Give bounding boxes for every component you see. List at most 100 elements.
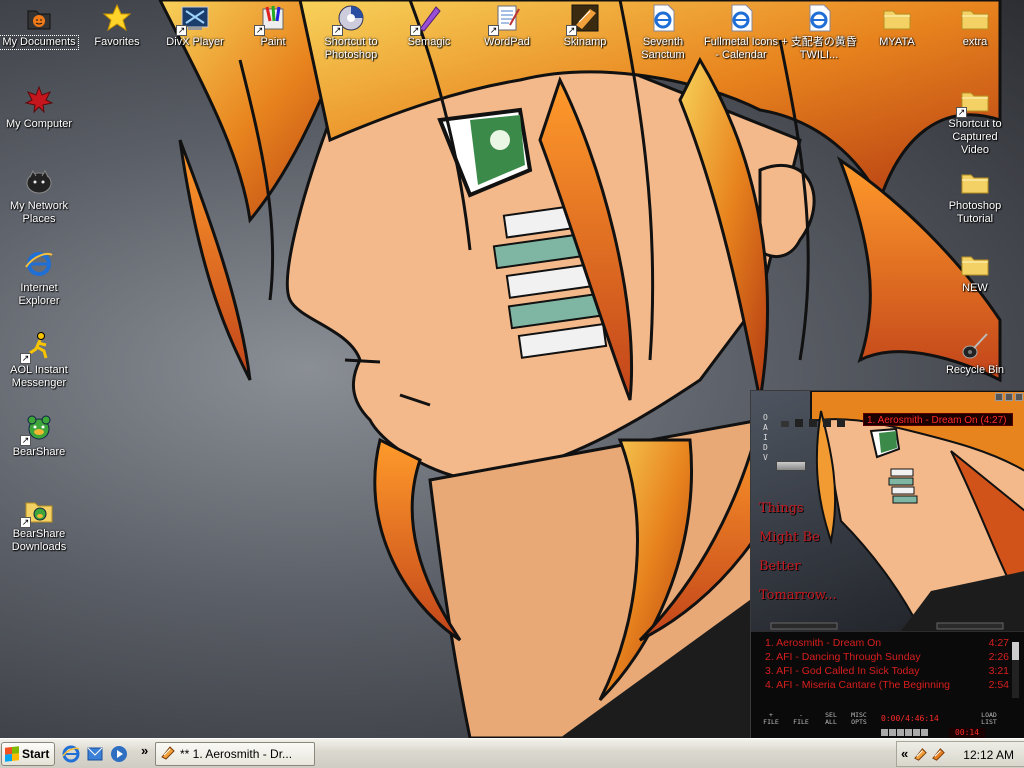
desktop-icon-aim[interactable]: ↗ AOL Instant Messenger (0, 330, 78, 390)
playlist-add-button[interactable]: + FILE (759, 712, 783, 726)
windows-flag-icon (5, 746, 19, 762)
outlook-express-icon[interactable] (86, 745, 104, 763)
sidebar-letter[interactable]: I (763, 433, 768, 442)
eject-button[interactable] (921, 729, 928, 736)
next-button[interactable] (913, 729, 920, 736)
skinamp-tray-icon-2[interactable] (931, 747, 946, 762)
show-hidden-icons-button[interactable]: « (901, 746, 908, 761)
scrollbar-thumb[interactable] (1012, 642, 1019, 660)
desktop-icon-recycle-bin[interactable]: Recycle Bin (936, 330, 1014, 377)
desktop-icon-divx[interactable]: ↗ DivX Player (156, 2, 234, 49)
playlist-item[interactable]: 2. AFI - Dancing Through Sunday 2:26 (765, 650, 1009, 664)
shortcut-arrow-icon: ↗ (332, 25, 343, 36)
play-button[interactable] (889, 729, 896, 736)
desktop-icon-internet-explorer[interactable]: Internet Explorer (0, 248, 78, 308)
previous-button[interactable] (881, 729, 888, 736)
desktop-icon-semagic[interactable]: ↗ Semagic (390, 2, 468, 49)
volume-slider[interactable] (776, 461, 806, 471)
desktop-icon-captured-video[interactable]: ↗ Shortcut to Captured Video (936, 84, 1014, 157)
desktop-icon-label: My Network Places (9, 200, 69, 225)
quick-launch-overflow[interactable]: » (141, 743, 148, 758)
winamp-window[interactable]: 1. Aerosmith - Dream On (4:27) OAIDV Thi… (750, 390, 1024, 739)
playlist-rem-button[interactable]: - FILE (789, 712, 813, 726)
desktop-icon-favorites[interactable]: Favorites (78, 2, 156, 49)
winamp-shade-button[interactable] (1005, 393, 1013, 401)
aim-running-man-icon: ↗ (20, 330, 55, 364)
internet-explorer-icon (23, 248, 55, 280)
desktop-icon-label: Favorites (94, 36, 140, 48)
desktop-icon-label: Shortcut to Photoshop (324, 36, 378, 61)
internet-explorer-icon[interactable] (62, 745, 80, 763)
winamp-close-button[interactable] (1015, 393, 1023, 401)
start-button[interactable]: Start (1, 742, 55, 766)
shortcut-arrow-icon: ↗ (254, 25, 265, 36)
sidebar-letter[interactable]: O (763, 413, 768, 422)
desktop-icon-label: Photoshop Tutorial (948, 200, 1002, 225)
desktop-icon-seventh-sanctum[interactable]: Seventh Sanctum (624, 2, 702, 62)
taskbar-clock[interactable]: 12:12 AM (963, 748, 1014, 762)
pause-button[interactable] (897, 729, 904, 736)
playlist-scrollbar[interactable] (1012, 642, 1019, 698)
folder-icon: ↗ (956, 84, 991, 118)
track-duration: 2:54 (988, 679, 1009, 691)
now-playing-title: 1. Aerosmith - Dream On (4:27) (863, 413, 1013, 426)
media-player-icon[interactable] (110, 745, 128, 763)
desktop-icon-label: + 支配者の黄昏 TWILI... (781, 36, 857, 61)
track-duration: 4:27 (988, 637, 1009, 649)
desktop-icon-new-folder[interactable]: NEW (936, 248, 1014, 295)
shortcut-arrow-icon: ↗ (20, 353, 31, 364)
desktop-icon-label: Internet Explorer (18, 282, 60, 307)
playlist-sel-button[interactable]: SEL ALL (819, 712, 843, 726)
desktop-icon-label: WordPad (484, 36, 530, 48)
playlist-item[interactable]: 1. Aerosmith - Dream On 4:27 (765, 636, 1009, 650)
desktop-icon-extra[interactable]: extra (936, 2, 1014, 49)
desktop-icon-my-network[interactable]: My Network Places (0, 166, 78, 226)
folder-icon (959, 2, 991, 34)
ie-page-icon (725, 2, 757, 34)
desktop-icon-my-documents[interactable]: My Documents (0, 2, 79, 50)
playlist-item[interactable]: 4. AFI - Miseria Cantare (The Beginning 2… (765, 678, 1009, 692)
folder-icon (959, 166, 991, 198)
track-name: 2. AFI - Dancing Through Sunday (765, 651, 921, 663)
sidebar-letter[interactable]: A (763, 423, 768, 432)
ie-page-icon (803, 2, 835, 34)
desktop-icon-skinamp[interactable]: ↗ Skinamp (546, 2, 624, 49)
desktop-icon-label: MYATA (879, 36, 915, 48)
desktop-icon-label: Shortcut to Captured Video (948, 118, 1002, 156)
desktop-icon-fullmetal-icons[interactable]: Fullmetal Icons - Calendar (702, 2, 780, 62)
sidebar-letter[interactable]: V (763, 453, 768, 462)
desktop-icon-label: Fullmetal Icons - Calendar (704, 36, 778, 61)
skinamp-icon: ↗ (566, 2, 601, 36)
sidebar-letter[interactable]: D (763, 443, 768, 452)
desktop-icon-twilight[interactable]: + 支配者の黄昏 TWILI... (780, 2, 858, 62)
desktop-icon-photoshop-shortcut[interactable]: ↗ Shortcut to Photoshop (312, 2, 390, 62)
desktop-icon-label: Semagic (407, 36, 451, 48)
desktop-icon-label: AOL Instant Messenger (10, 364, 68, 389)
desktop-icon-my-computer[interactable]: My Computer (0, 84, 78, 131)
desktop-icon-myata[interactable]: MYATA (858, 2, 936, 49)
stop-button[interactable] (905, 729, 912, 736)
winamp-minimize-button[interactable] (995, 393, 1003, 401)
shortcut-arrow-icon: ↗ (488, 25, 499, 36)
playlist-item[interactable]: 3. AFI - God Called In Sick Today 3:21 (765, 664, 1009, 678)
desktop-icon-bearshare[interactable]: ↗ BearShare (0, 412, 78, 459)
mini-transport-controls (881, 727, 941, 737)
guitar-icon (959, 330, 991, 362)
skinamp-tray-icon[interactable] (913, 747, 928, 762)
documents-folder-icon (23, 2, 55, 34)
track-name: 1. Aerosmith - Dream On (765, 637, 882, 649)
playlist-load-button[interactable]: LOAD LIST (977, 712, 1001, 726)
shortcut-arrow-icon: ↗ (410, 25, 421, 36)
shortcut-arrow-icon: ↗ (566, 25, 577, 36)
wordpad-icon: ↗ (488, 2, 523, 36)
desktop-icon-photoshop-tutorial[interactable]: Photoshop Tutorial (936, 166, 1014, 226)
desktop-icon-paint[interactable]: ↗ Paint (234, 2, 312, 49)
track-name: 3. AFI - God Called In Sick Today (765, 665, 920, 677)
desktop-icon-bearshare-downloads[interactable]: ↗ BearShare Downloads (0, 494, 78, 554)
playlist-elapsed-time: 00:14 (949, 728, 985, 738)
shortcut-arrow-icon: ↗ (956, 107, 967, 118)
shortcut-arrow-icon: ↗ (20, 517, 31, 528)
playlist-misc-button[interactable]: MISC OPTS (847, 712, 871, 726)
desktop-icon-wordpad[interactable]: ↗ WordPad (468, 2, 546, 49)
taskbar-window-winamp[interactable]: ** 1. Aerosmith - Dr... (155, 742, 315, 766)
